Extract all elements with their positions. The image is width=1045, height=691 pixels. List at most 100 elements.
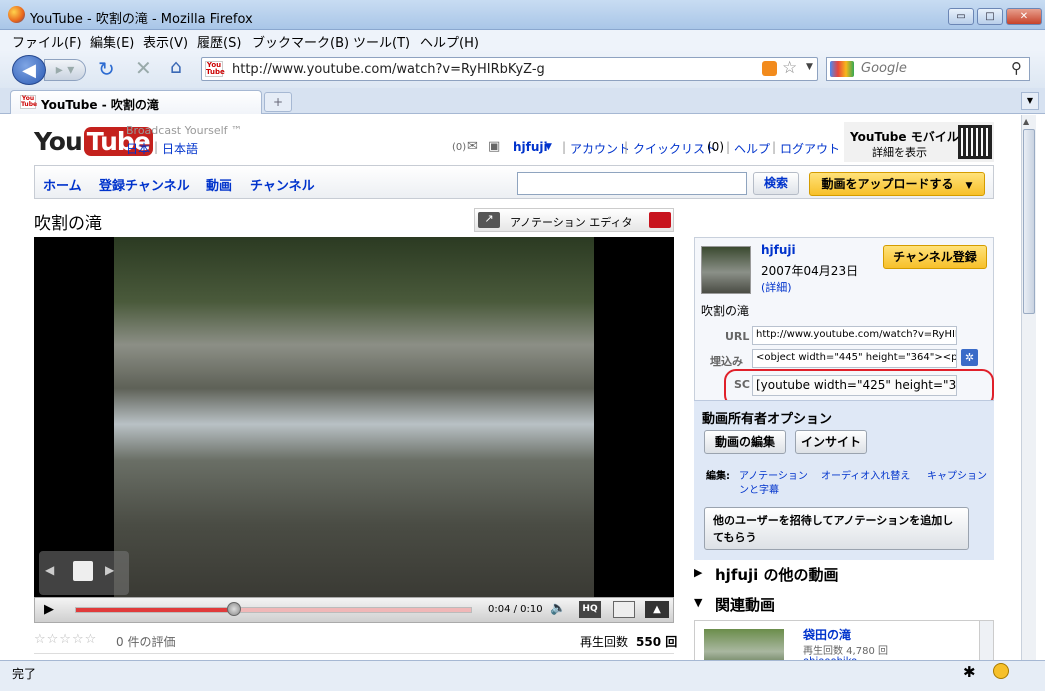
sc-field[interactable]: [youtube width="425" height="344" id xyxy=(752,375,957,396)
video-player[interactable]: ◀ ▶ xyxy=(34,237,674,597)
yt-search-input[interactable] xyxy=(517,172,747,195)
mobile-promo[interactable]: YouTube モバイル 詳細を表示 xyxy=(844,122,994,162)
menu-file[interactable]: ファイル(F) xyxy=(12,32,82,51)
related-thumbnail[interactable] xyxy=(704,629,784,660)
tv-icon[interactable]: ▣ xyxy=(488,139,500,154)
menu-history[interactable]: 履歴(S) xyxy=(197,32,241,51)
widescreen-icon[interactable] xyxy=(613,601,635,618)
menu-view[interactable]: 表示(V) xyxy=(143,32,188,51)
gear-icon[interactable]: ✲ xyxy=(961,349,978,366)
smiley-icon[interactable] xyxy=(993,663,1009,679)
url-text[interactable]: http://www.youtube.com/watch?v=RyHIRbKyZ… xyxy=(232,62,545,77)
url-dropdown-icon[interactable]: ▼ xyxy=(806,62,813,72)
yt-search-button[interactable]: 検索 xyxy=(753,172,799,195)
mail-icon[interactable]: ✉ xyxy=(467,139,478,154)
edit-video-button[interactable]: 動画の編集 xyxy=(704,430,786,454)
page-scrollbar[interactable]: ▲ xyxy=(1021,115,1036,660)
prev-icon[interactable]: ◀ xyxy=(45,563,54,577)
search-bar[interactable]: ⚲ xyxy=(826,57,1030,81)
home-icon[interactable]: ⌂ xyxy=(170,56,182,78)
volume-icon[interactable]: 🔈 xyxy=(550,601,566,616)
help-link[interactable]: ヘルプ xyxy=(734,140,770,157)
maximize-button[interactable]: □ xyxy=(977,8,1003,25)
progress-track[interactable] xyxy=(75,607,472,613)
annotation-editor-bar[interactable]: ↗ アノテーション エディタ xyxy=(474,208,674,232)
annotation-link[interactable]: アノテーション xyxy=(739,467,808,482)
slogan: Broadcast Yourself ™ xyxy=(126,124,243,137)
chevron-down-icon[interactable]: ▼ xyxy=(545,142,552,152)
annotation-editor-label: アノテーション エディタ xyxy=(510,216,633,229)
firebug-icon[interactable]: ✱ xyxy=(963,663,976,681)
upload-button[interactable]: 動画をアップロードする ▼ xyxy=(809,172,985,196)
forward-button[interactable]: ▸ ▾ xyxy=(44,59,86,81)
quicklist-link[interactable]: クイックリスト xyxy=(633,140,717,157)
hq-button[interactable]: HQ xyxy=(579,601,601,618)
magnifier-icon[interactable]: ⚲ xyxy=(1011,59,1022,77)
rss-icon[interactable] xyxy=(762,61,777,76)
region-link[interactable]: 日本 xyxy=(126,140,150,157)
video-frame xyxy=(114,237,594,597)
new-tab-button[interactable]: + xyxy=(264,92,292,112)
tab-videos[interactable]: 動画 xyxy=(206,175,232,194)
rating-stars-icon[interactable]: ☆☆☆☆☆ xyxy=(34,632,97,647)
details-link[interactable]: (詳細) xyxy=(761,279,792,295)
minimize-button[interactable]: ▭ xyxy=(948,8,974,25)
annotation-overlay-controls[interactable]: ◀ ▶ xyxy=(39,551,129,595)
status-text: 完了 xyxy=(12,667,37,681)
close-button[interactable]: ✕ xyxy=(1006,8,1042,25)
upload-dropdown-icon[interactable]: ▼ xyxy=(966,181,973,191)
search-input[interactable] xyxy=(861,61,1011,76)
audio-swap-link[interactable]: オーディオ入れ替え xyxy=(821,467,910,482)
menu-edit[interactable]: 編集(E) xyxy=(90,32,134,51)
more-videos-heading[interactable]: hjfuji の他の動画 xyxy=(715,564,839,585)
stop-icon[interactable]: ✕ xyxy=(135,56,152,80)
username-menu[interactable]: hjfuji xyxy=(513,140,548,154)
tab-subscriptions[interactable]: 登録チャンネル xyxy=(99,175,190,194)
fullscreen-icon[interactable]: ▲ xyxy=(645,601,669,618)
caption-link[interactable]: キャプション xyxy=(927,467,987,482)
url-field[interactable]: http://www.youtube.com/watch?v=RyHIRbK xyxy=(752,326,957,345)
window-title: YouTube - 吹割の滝 - Mozilla Firefox xyxy=(30,12,253,27)
menu-bar: ファイル(F) 編集(E) 表示(V) 履歴(S) ブックマーク(B) ツール(… xyxy=(0,30,1045,51)
scroll-up-icon[interactable]: ▲ xyxy=(1023,117,1029,126)
video-description: 吹割の滝 xyxy=(701,304,750,318)
account-link[interactable]: アカウント xyxy=(570,140,630,157)
scroll-thumb[interactable] xyxy=(1023,129,1035,314)
next-icon[interactable]: ▶ xyxy=(105,563,114,577)
tab-youtube[interactable]: You Tube YouTube - 吹割の滝 xyxy=(10,90,262,114)
separator: | xyxy=(624,140,629,154)
back-button[interactable]: ◀ xyxy=(12,55,46,85)
tab-label: YouTube - 吹割の滝 xyxy=(41,98,159,112)
logout-link[interactable]: ログアウト xyxy=(780,140,840,157)
expand-right-icon[interactable]: ▶ xyxy=(694,566,702,579)
language-link[interactable]: 日本語 xyxy=(162,140,198,157)
reload-icon[interactable]: ↻ xyxy=(98,57,115,81)
bookmark-star-icon[interactable]: ☆ xyxy=(782,58,797,78)
related-scrollbar[interactable] xyxy=(979,621,993,660)
menu-tools[interactable]: ツール(T) xyxy=(353,32,410,51)
tab-channels[interactable]: チャンネル xyxy=(250,175,315,194)
uploader-link[interactable]: hjfuji xyxy=(761,243,796,257)
progress-handle[interactable] xyxy=(226,602,241,616)
caption-link-cont[interactable]: ンと字幕 xyxy=(739,481,779,496)
tab-home[interactable]: ホーム xyxy=(43,175,82,194)
time-display: 0:04 / 0:10 xyxy=(488,604,543,615)
address-bar[interactable]: You Tube http://www.youtube.com/watch?v=… xyxy=(201,57,818,81)
subscribe-button[interactable]: チャンネル登録 xyxy=(883,245,987,269)
expand-down-icon[interactable]: ▼ xyxy=(694,596,702,609)
menu-bookmarks[interactable]: ブックマーク(B) xyxy=(252,32,349,51)
uploader-avatar[interactable] xyxy=(701,246,751,294)
related-heading[interactable]: 関連動画 xyxy=(715,594,775,615)
views-label: 再生回数 xyxy=(580,635,629,649)
menu-help[interactable]: ヘルプ(H) xyxy=(420,32,479,51)
progress-fill xyxy=(76,608,235,612)
add-note-icon[interactable] xyxy=(73,561,93,581)
insight-button[interactable]: インサイト xyxy=(795,430,867,454)
invite-annotators-button[interactable]: 他のユーザーを招待してアノテーションを追加し てもらう xyxy=(704,507,969,550)
embed-field[interactable]: <object width="445" height="364"><param xyxy=(752,349,957,368)
play-icon[interactable]: ▶ xyxy=(44,602,54,617)
tab-list-icon[interactable]: ▼ xyxy=(1021,92,1039,110)
google-icon[interactable] xyxy=(830,61,854,77)
annotation-toggle-icon[interactable] xyxy=(649,212,671,228)
related-title[interactable]: 袋田の滝 xyxy=(803,626,851,643)
